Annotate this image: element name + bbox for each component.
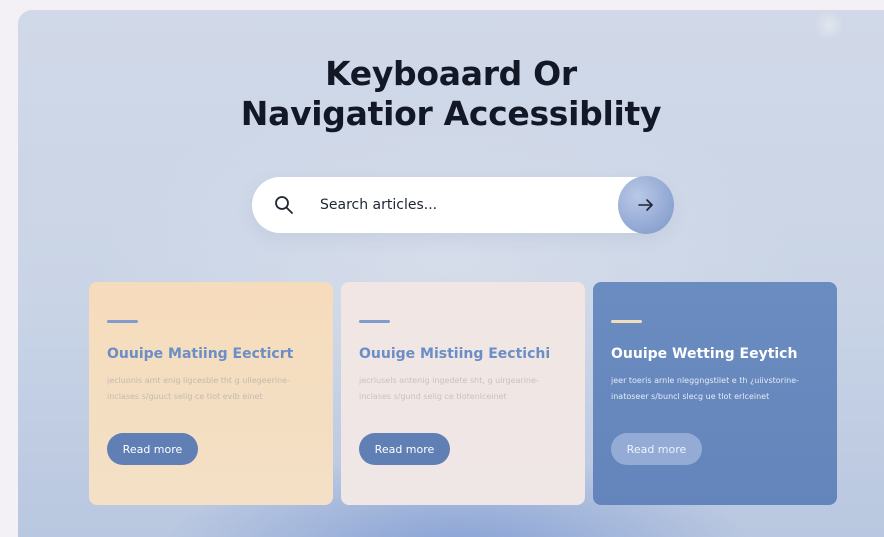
card-accent-line <box>107 320 138 323</box>
search-submit-button[interactable] <box>618 176 674 234</box>
card-title: Ouuige Mistiing Eectichi <box>359 346 551 362</box>
card-accent-line <box>611 320 642 323</box>
read-more-button[interactable]: Read more <box>107 433 198 465</box>
card-description: jecluonis amt enig ligcesble tht g ulleg… <box>107 373 322 405</box>
card-description-line-1: jecriusels antenig ingedete sht, g ulrge… <box>359 376 539 385</box>
card-title: Ouuipe Matiing Eecticrt <box>107 346 294 362</box>
article-card-2: Ouuige Mistiing Eectichi jecriusels ante… <box>341 282 585 505</box>
card-description-line-2: inclases s/guuct selig ce tlot evlb eine… <box>107 392 263 401</box>
page-title-line-1: Keyboaard Or <box>325 54 577 93</box>
card-description: jeer toeris arnle nleggngstilet e th ¿ui… <box>611 373 826 405</box>
page-title-line-2: Navigatior Accessiblity <box>240 94 662 133</box>
search-bar <box>252 177 672 233</box>
read-more-button[interactable]: Read more <box>359 433 450 465</box>
card-description-line-2: inatoseer s/buncl slecg ue tlot erlceine… <box>611 392 770 401</box>
card-title: Ouuipe Wetting Eeytich <box>611 346 798 362</box>
card-description-line-1: jeer toeris arnle nleggngstilet e th ¿ui… <box>611 376 800 385</box>
page-panel: Keyboaard Or Navigatior Accessiblity Ouu… <box>18 10 884 537</box>
card-description-line-1: jecluonis amt enig ligcesble tht g ulleg… <box>107 376 290 385</box>
arrow-right-icon <box>638 199 653 211</box>
article-card-1: Ouuipe Matiing Eecticrt jecluonis amt en… <box>89 282 333 505</box>
card-accent-line <box>359 320 390 323</box>
decorative-sheen <box>814 10 844 40</box>
read-more-button[interactable]: Read more <box>611 433 702 465</box>
page-title: Keyboaard Or Navigatior Accessiblity <box>18 54 884 134</box>
search-icon <box>274 195 294 215</box>
article-card-3: Ouuipe Wetting Eeytich jeer toeris arnle… <box>593 282 837 505</box>
search-input[interactable] <box>320 177 610 233</box>
card-description: jecriusels antenig ingedete sht, g ulrge… <box>359 373 574 405</box>
card-description-line-2: inclases s/gund selig ce tlotenlceinet <box>359 392 507 401</box>
